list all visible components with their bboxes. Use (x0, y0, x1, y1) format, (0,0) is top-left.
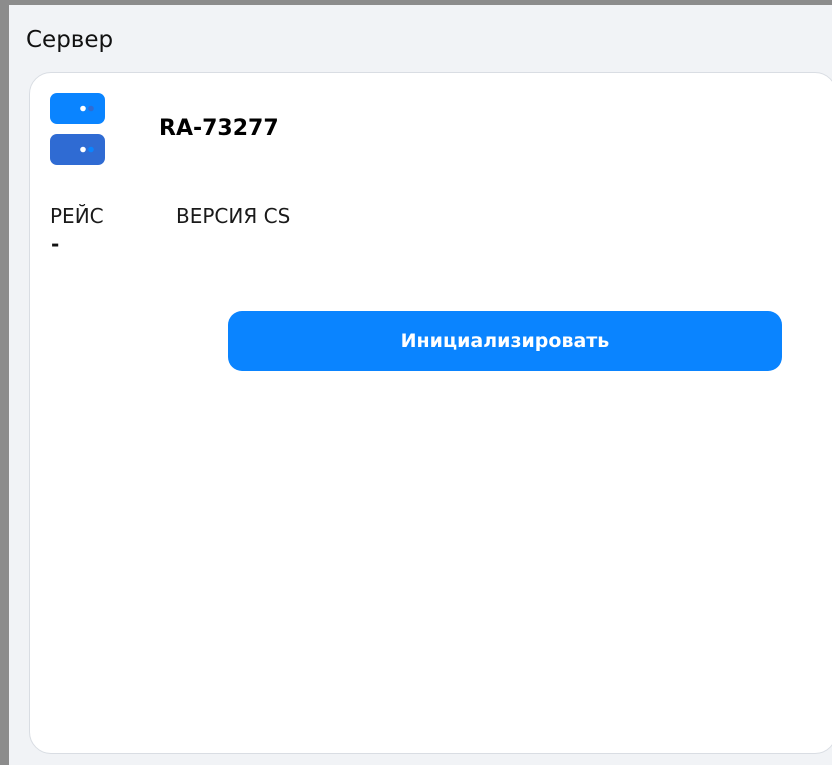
flight-value: - (51, 232, 60, 256)
server-name: RA-73277 (159, 116, 279, 141)
server-card: RA-73277 РЕЙС ВЕРСИЯ CS - Инициализирова… (29, 72, 832, 754)
server-rack-icon (50, 93, 105, 166)
initialize-button[interactable]: Инициализировать (228, 311, 782, 371)
server-window: Сервер RA-73277 РЕЙС ВЕРСИЯ CS - Инициал… (0, 0, 832, 765)
cs-version-label: ВЕРСИЯ CS (176, 204, 291, 228)
window-title: Сервер (26, 27, 114, 53)
flight-label: РЕЙС (50, 204, 104, 228)
